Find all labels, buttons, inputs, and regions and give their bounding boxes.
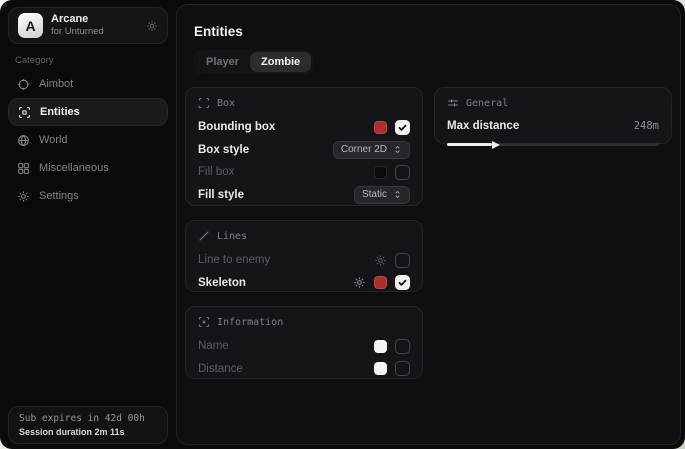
session-duration: Session duration 2m 11s (19, 427, 157, 437)
sidebar-item-label: Miscellaneous (39, 162, 109, 174)
left-column: Box Bounding box Box style C (185, 87, 423, 379)
grid-icon (17, 162, 30, 175)
subscription-expiry: Sub expires in 42d 00h (19, 413, 157, 424)
section-title: Information (217, 317, 283, 328)
color-swatch[interactable] (374, 121, 387, 134)
section-title: Box (217, 98, 235, 109)
page-title: Entities (194, 24, 243, 39)
globe-icon (17, 134, 30, 147)
setting-label: Name (198, 340, 229, 352)
app-subtitle: for Unturned (51, 27, 138, 37)
sidebar-nav: Aimbot Entities World Miscellaneous (8, 70, 168, 210)
tab-zombie[interactable]: Zombie (250, 52, 311, 72)
dropdown-value: Corner 2D (341, 144, 387, 155)
checkbox[interactable] (395, 253, 410, 268)
color-swatch[interactable] (374, 276, 387, 289)
row-settings-gear-icon[interactable] (353, 276, 366, 289)
max-distance-value: 248m (634, 120, 659, 132)
sidebar-item-miscellaneous[interactable]: Miscellaneous (8, 154, 168, 182)
setting-label: Box style (198, 144, 249, 156)
gear-icon[interactable] (146, 20, 158, 32)
app-header-card: A Arcane for Unturned (8, 7, 168, 44)
checkbox[interactable] (395, 361, 410, 376)
setting-label: Fill box (198, 166, 234, 178)
sidebar-item-world[interactable]: World (8, 126, 168, 154)
sliders-icon (447, 97, 459, 109)
lines-section: Lines Line to enemy Skeleton (185, 220, 423, 292)
sidebar: A Arcane for Unturned Category Aimbot (0, 0, 176, 449)
sidebar-item-label: Settings (39, 190, 79, 202)
sidebar-item-label: Entities (40, 106, 80, 118)
tab-player[interactable]: Player (195, 52, 250, 72)
checkbox[interactable] (395, 275, 410, 290)
setting-label: Max distance (447, 120, 519, 132)
setting-row-distance: Distance (198, 358, 410, 381)
app-name: Arcane (51, 13, 138, 25)
setting-label: Skeleton (198, 277, 246, 289)
color-swatch[interactable] (374, 340, 387, 353)
setting-row-fill-style: Fill style Static (198, 184, 410, 207)
setting-row-skeleton: Skeleton (198, 272, 410, 295)
diagonal-line-icon (198, 230, 210, 242)
setting-row-max-distance: Max distance 248m (447, 116, 659, 136)
category-label: Category (15, 55, 54, 66)
app-window: A Arcane for Unturned Category Aimbot (0, 0, 685, 449)
setting-label: Line to enemy (198, 254, 270, 266)
right-column: General Max distance 248m (434, 87, 672, 144)
crosshair-icon (17, 78, 30, 91)
box-style-dropdown[interactable]: Corner 2D (333, 141, 410, 159)
checkbox[interactable] (395, 165, 410, 180)
setting-row-box-style: Box style Corner 2D (198, 139, 410, 162)
scan-x-icon (198, 316, 210, 328)
setting-row-bounding-box: Bounding box (198, 116, 410, 139)
information-section: Information Name Distance (185, 306, 423, 379)
sidebar-item-label: Aimbot (39, 78, 73, 90)
app-logo: A (18, 13, 43, 38)
general-section: General Max distance 248m (434, 87, 672, 144)
checkbox[interactable] (395, 339, 410, 354)
color-swatch[interactable] (374, 166, 387, 179)
row-settings-gear-icon[interactable] (374, 254, 387, 267)
sidebar-item-label: World (39, 134, 68, 146)
setting-row-name: Name (198, 335, 410, 358)
setting-label: Fill style (198, 189, 244, 201)
entity-tabs: Player Zombie (193, 50, 313, 74)
checkbox[interactable] (395, 120, 410, 135)
subscription-card: Sub expires in 42d 00h Session duration … (8, 406, 168, 444)
section-title: General (466, 98, 508, 109)
chevrons-up-down-icon (393, 190, 402, 199)
sidebar-item-settings[interactable]: Settings (8, 182, 168, 210)
main-panel: Entities Player Zombie Box Bounding box (176, 4, 681, 445)
gear-icon (17, 190, 30, 203)
setting-label: Distance (198, 363, 243, 375)
slider-fill (447, 143, 492, 146)
box-section: Box Bounding box Box style C (185, 87, 423, 206)
section-title: Lines (217, 231, 247, 242)
color-swatch[interactable] (374, 362, 387, 375)
max-distance-slider[interactable] (447, 143, 659, 146)
setting-row-fill-box: Fill box (198, 161, 410, 184)
setting-row-line-to-enemy: Line to enemy (198, 249, 410, 272)
slider-thumb-icon[interactable] (492, 141, 500, 149)
sidebar-item-entities[interactable]: Entities (8, 98, 168, 126)
setting-label: Bounding box (198, 121, 275, 133)
dropdown-value: Static (362, 189, 387, 200)
scan-box-icon (18, 106, 31, 119)
sidebar-item-aimbot[interactable]: Aimbot (8, 70, 168, 98)
scan-corners-icon (198, 97, 210, 109)
chevrons-up-down-icon (393, 145, 402, 154)
fill-style-dropdown[interactable]: Static (354, 186, 410, 204)
